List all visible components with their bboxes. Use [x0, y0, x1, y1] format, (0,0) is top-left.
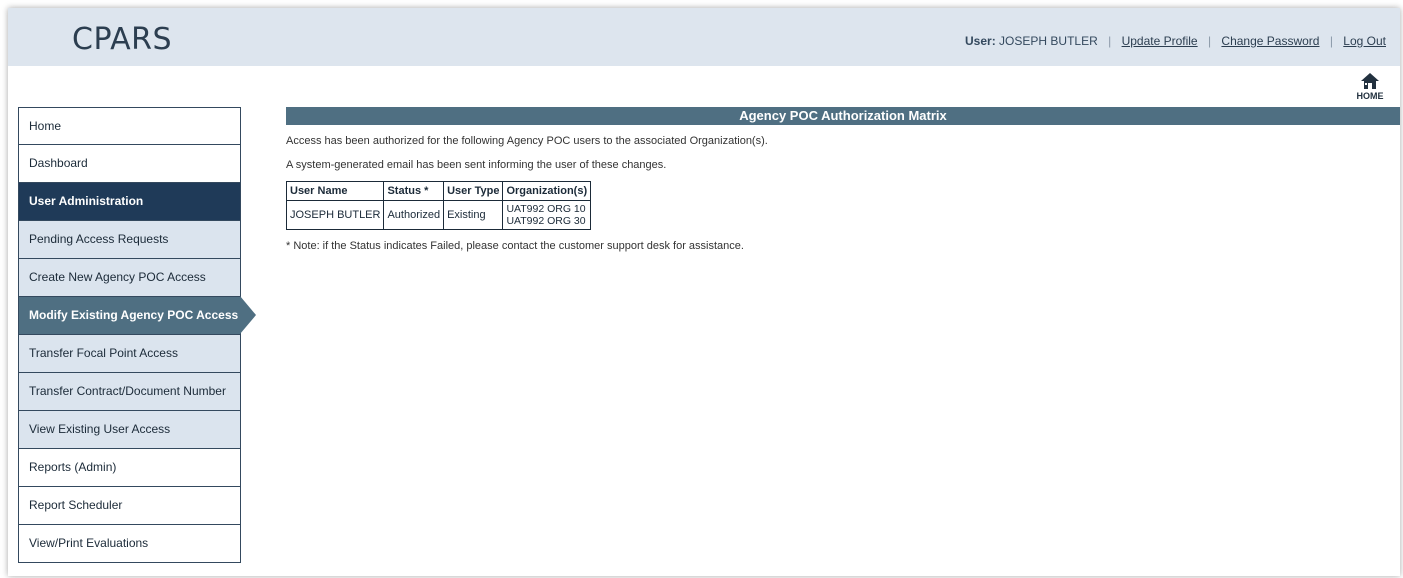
- change-password-link[interactable]: Change Password: [1221, 34, 1319, 48]
- authorization-matrix-table: User Name Status * User Type Organizatio…: [285, 181, 592, 230]
- user-bar: User: JOSEPH BUTLER | Update Profile | C…: [965, 34, 1386, 48]
- intro-text: Access has been authorized for the follo…: [286, 135, 768, 147]
- column-header-user-name: User Name: [285, 181, 385, 201]
- sidebar-item-transfer-focal-point-access[interactable]: Transfer Focal Point Access: [18, 335, 241, 373]
- sidebar-item-view-print-evaluations[interactable]: View/Print Evaluations: [18, 525, 241, 563]
- sidebar-item-modify-existing-agency-poc-access[interactable]: Modify Existing Agency POC Access: [18, 296, 256, 335]
- app-window: CPARS User: JOSEPH BUTLER | Update Profi…: [8, 8, 1400, 576]
- separator: |: [1108, 34, 1112, 48]
- header-bar: CPARS User: JOSEPH BUTLER | Update Profi…: [8, 8, 1400, 66]
- sidebar-item-transfer-contract-document-number[interactable]: Transfer Contract/Document Number: [18, 373, 241, 411]
- cell-status: Authorized: [383, 200, 445, 230]
- home-button[interactable]: HOME: [1354, 72, 1386, 101]
- sidebar-item-view-existing-user-access[interactable]: View Existing User Access: [18, 411, 241, 449]
- sidebar-item-dashboard[interactable]: Dashboard: [18, 145, 241, 183]
- status-note: * Note: if the Status indicates Failed, …: [286, 240, 744, 252]
- sidebar-item-report-scheduler[interactable]: Report Scheduler: [18, 487, 241, 525]
- sidebar-nav: Home Dashboard User Administration Pendi…: [18, 107, 256, 563]
- cell-organizations: UAT992 ORG 10 UAT992 ORG 30: [502, 200, 592, 230]
- table-row: JOSEPH BUTLER Authorized Existing UAT992…: [285, 200, 592, 230]
- page-title: Agency POC Authorization Matrix: [286, 107, 1400, 125]
- sidebar-item-reports-admin[interactable]: Reports (Admin): [18, 449, 241, 487]
- main-content: Agency POC Authorization Matrix Access h…: [285, 107, 1400, 252]
- sidebar-item-user-administration[interactable]: User Administration: [18, 183, 241, 221]
- column-header-user-type: User Type: [443, 181, 504, 201]
- column-header-organizations: Organization(s): [502, 181, 592, 201]
- user-label: User:: [965, 34, 996, 48]
- table-header-row: User Name Status * User Type Organizatio…: [285, 181, 592, 201]
- user-name: JOSEPH BUTLER: [999, 34, 1098, 48]
- separator: |: [1329, 34, 1333, 48]
- organization-item: UAT992 ORG 10: [506, 203, 586, 215]
- email-notice-text: A system-generated email has been sent i…: [286, 159, 667, 171]
- sidebar-item-create-new-agency-poc-access[interactable]: Create New Agency POC Access: [18, 259, 241, 297]
- update-profile-link[interactable]: Update Profile: [1122, 34, 1198, 48]
- sidebar-item-home[interactable]: Home: [18, 107, 241, 145]
- organization-item: UAT992 ORG 30: [506, 215, 586, 227]
- cell-user-type: Existing: [443, 200, 504, 230]
- cell-user-name: JOSEPH BUTLER: [285, 200, 385, 230]
- home-label: HOME: [1356, 91, 1384, 101]
- separator: |: [1207, 34, 1212, 48]
- log-out-link[interactable]: Log Out: [1343, 34, 1386, 48]
- cpars-logo[interactable]: CPARS: [72, 22, 172, 57]
- home-icon: [1361, 73, 1379, 89]
- column-header-status: Status *: [383, 181, 445, 201]
- sidebar-item-pending-access-requests[interactable]: Pending Access Requests: [18, 221, 241, 259]
